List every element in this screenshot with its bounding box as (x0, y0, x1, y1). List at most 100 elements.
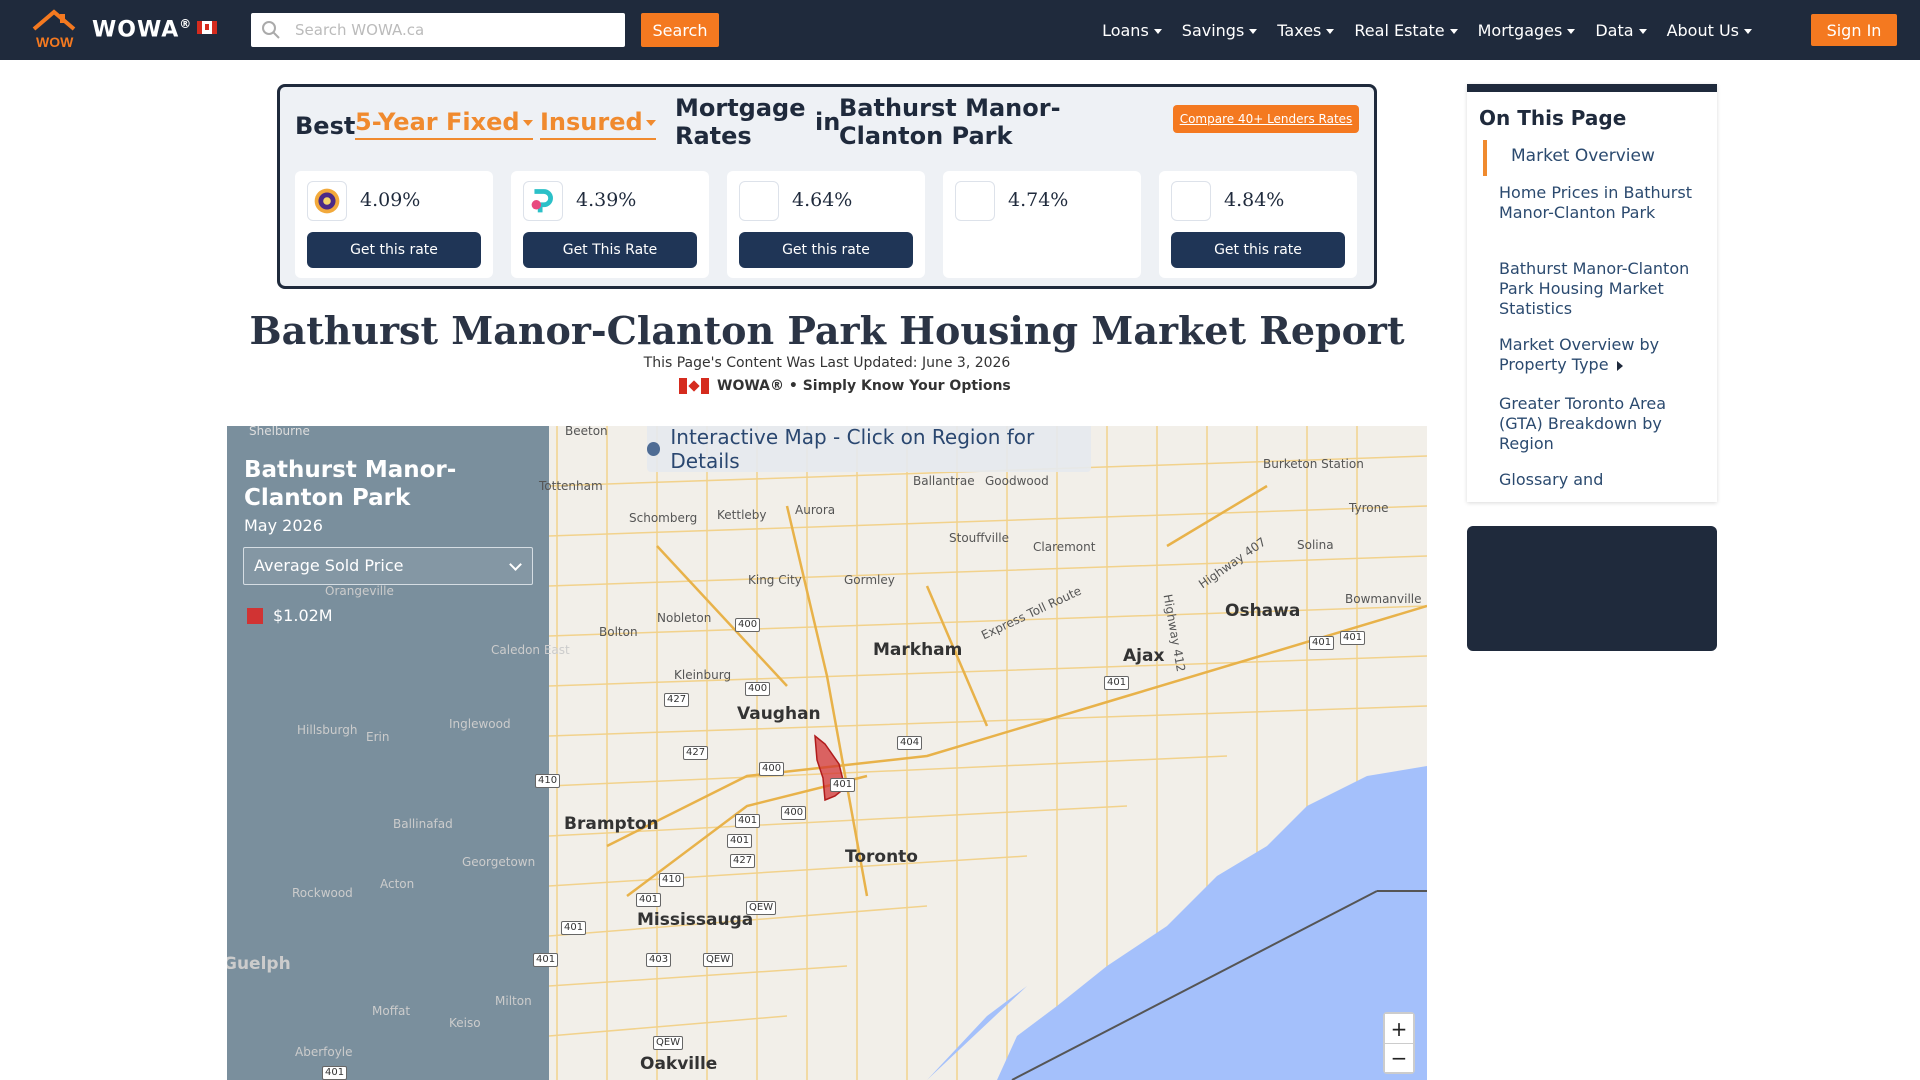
rate-value: 4.39% (576, 189, 637, 211)
rate-card: 4.84% Get this rate (1159, 171, 1357, 278)
map-place-label: Ajax (1123, 646, 1165, 666)
interactive-map[interactable]: Bathurst Manor-Clanton Park May 2026 Ave… (227, 426, 1427, 1080)
legend-swatch (247, 607, 263, 624)
map-place-label: Erin (366, 730, 390, 744)
map-place-label: Shelburne (249, 426, 310, 438)
map-place-label: Aurora (795, 503, 836, 517)
rate-value: 4.09% (360, 189, 421, 211)
map-instructions-banner: Interactive Map - Click on Region for De… (647, 426, 1091, 473)
highway-shield: 401 (830, 778, 856, 792)
map-place-label: Goodwood (985, 474, 1049, 488)
toc-active-indicator (1483, 140, 1487, 176)
search-input[interactable] (295, 19, 615, 41)
map-place-label: Mississauga (637, 910, 754, 930)
map-place-label: Rockwood (292, 886, 353, 900)
toc-item-home-prices[interactable]: Home Prices in Bathurst Manor-Clanton Pa… (1499, 183, 1699, 223)
caret-right-icon (1616, 360, 1623, 371)
map-legend: $1.02M (247, 606, 333, 625)
caret-down-icon (1744, 28, 1752, 34)
in-label: in (815, 108, 841, 136)
nav-about-us[interactable]: About Us (1667, 21, 1752, 40)
get-rate-button[interactable]: Get this rate (307, 232, 481, 268)
top-navbar: WOW WOWA® Search Loans Savings Taxes Rea… (0, 0, 1920, 60)
get-rate-button[interactable]: Get this rate (1171, 232, 1345, 268)
nav-savings[interactable]: Savings (1182, 21, 1258, 40)
highway-shield: 401 (1340, 631, 1366, 645)
get-rate-button[interactable]: Get This Rate (523, 232, 697, 268)
toc-item-property-type[interactable]: Market Overview by Property Type (1499, 335, 1699, 375)
wowa-logo-icon[interactable]: WOW (30, 9, 78, 51)
map-place-label: Stouffville (949, 531, 1010, 545)
zoom-out-button[interactable]: − (1385, 1043, 1413, 1072)
canada-flag-icon (197, 21, 217, 34)
map-place-label: Orangeville (325, 584, 394, 598)
lender-logo-icon (307, 181, 347, 221)
brand-name[interactable]: WOWA® (92, 17, 192, 42)
map-place-label: Vaughan (737, 704, 821, 724)
region-name: Bathurst Manor-Clanton Park (244, 457, 457, 511)
metric-select[interactable]: Average Sold Price (243, 547, 533, 585)
search-button[interactable]: Search (641, 13, 719, 47)
mortgage-rates-label: Mortgage Rates (675, 94, 806, 150)
highway-shield: 400 (781, 806, 807, 820)
map-zoom-controls: + − (1383, 1012, 1415, 1074)
region-label: Bathurst Manor-Clanton Park (839, 94, 1061, 150)
wowa-tagline: WOWA® • Simply Know Your Options (679, 376, 1011, 396)
svg-text:WOW: WOW (36, 34, 74, 50)
highway-shield: 427 (683, 746, 709, 760)
get-rate-button[interactable]: Get this rate (739, 232, 913, 268)
highway-shield: 400 (735, 618, 761, 632)
caret-down-icon (1567, 28, 1576, 34)
nav-loans[interactable]: Loans (1102, 21, 1162, 40)
rate-value: 4.64% (792, 189, 853, 211)
compare-lenders-button[interactable]: Compare 40+ Lenders Rates (1173, 105, 1359, 133)
info-dot-icon (647, 442, 661, 456)
toc-item-gta-breakdown[interactable]: Greater Toronto Area (GTA) Breakdown by … (1499, 394, 1699, 454)
report-date: May 2026 (244, 516, 323, 535)
highway-shield: 427 (664, 693, 690, 707)
highway-shield: 410 (659, 873, 685, 887)
highway-shield: 404 (897, 736, 923, 750)
map-place-label: Hillsburgh (297, 723, 358, 737)
legend-value: $1.02M (273, 606, 333, 625)
highway-shield: QEW (703, 953, 734, 967)
table-of-contents: On This Page Market Overview Home Prices… (1467, 84, 1717, 502)
map-place-label: Beeton (565, 426, 608, 438)
map-instructions-text: Interactive Map - Click on Region for De… (670, 426, 1035, 473)
zoom-in-button[interactable]: + (1385, 1014, 1413, 1043)
nav-taxes[interactable]: Taxes (1277, 21, 1335, 40)
map-place-label: Kettleby (717, 508, 767, 522)
chevron-down-icon (509, 558, 522, 571)
metric-select-value: Average Sold Price (254, 556, 404, 575)
map-place-label: Keiso (449, 1016, 481, 1030)
insurance-selector[interactable]: Insured (540, 108, 656, 140)
map-place-label: Milton (495, 994, 532, 1008)
sign-in-button[interactable]: Sign In (1811, 14, 1897, 46)
canada-flag-icon (679, 378, 709, 394)
search-field[interactable] (251, 13, 625, 47)
lender-logo-icon (739, 181, 779, 221)
nav-data[interactable]: Data (1595, 21, 1647, 40)
rate-value: 4.84% (1224, 189, 1285, 211)
caret-down-icon (645, 120, 656, 126)
toc-item-market-statistics[interactable]: Bathurst Manor-Clanton Park Housing Mark… (1499, 259, 1699, 319)
map-place-label: Ballantrae (913, 474, 975, 488)
sidebar-ad-box[interactable] (1467, 526, 1717, 651)
rate-card: 4.74% (943, 171, 1141, 278)
rate-card: 4.09% Get this rate (295, 171, 493, 278)
rate-card: 4.64% Get this rate (727, 171, 925, 278)
lender-logo-icon (1171, 181, 1211, 221)
map-place-label: Georgetown (462, 855, 536, 869)
nav-mortgages[interactable]: Mortgages (1478, 21, 1576, 40)
map-place-label: Gormley (844, 573, 895, 587)
map-place-label: Toronto (845, 847, 918, 867)
map-place-label: Bowmanville (1345, 592, 1422, 606)
toc-item-glossary[interactable]: Glossary and (1499, 470, 1699, 490)
toc-item-market-overview[interactable]: Market Overview (1511, 146, 1711, 166)
nav-real-estate[interactable]: Real Estate (1354, 21, 1458, 40)
highway-shield: 401 (727, 834, 753, 848)
term-selector[interactable]: 5-Year Fixed (355, 108, 533, 140)
map-place-label: Solina (1297, 538, 1334, 552)
highway-shield: 401 (561, 921, 587, 935)
caret-down-icon (522, 120, 533, 126)
